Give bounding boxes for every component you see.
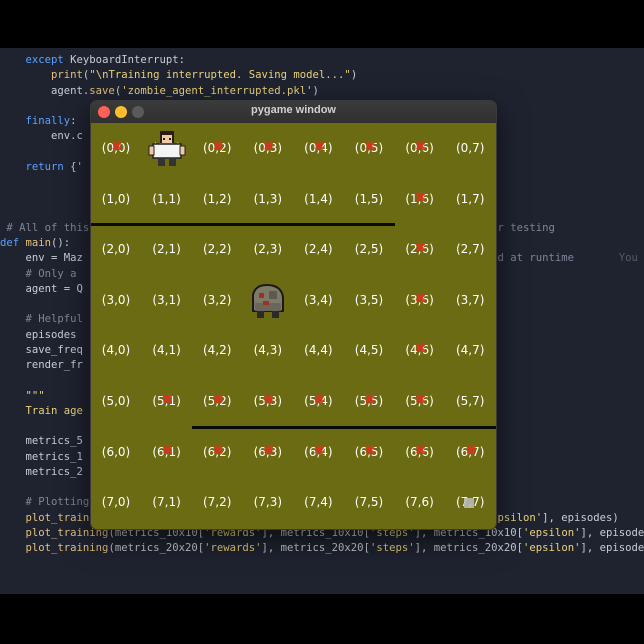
visited-marker: ✖ xyxy=(212,442,225,459)
code-line: Train age xyxy=(25,404,83,417)
visited-marker: ✖ xyxy=(262,139,275,155)
visited-marker: ✖ xyxy=(364,392,376,408)
zombie-sprite xyxy=(251,283,284,318)
cell-label: (7,2) xyxy=(202,495,232,510)
cell-label: (3,4) xyxy=(304,292,333,307)
code-line: """ xyxy=(25,389,45,402)
maze-wall xyxy=(91,223,395,227)
visited-marker: ✖ xyxy=(414,341,427,358)
code-line: render_fr xyxy=(0,359,83,371)
visited-marker: ✖ xyxy=(414,392,427,408)
code-line: metrics_1 xyxy=(0,450,83,463)
cell-label: (5,0) xyxy=(101,394,131,408)
code-line: save_freq xyxy=(0,343,83,356)
visited-marker: ✖ xyxy=(262,442,275,459)
maze-wall xyxy=(192,425,496,429)
cell-label: (1,5) xyxy=(354,191,384,206)
cell-label: (1,2) xyxy=(202,191,232,206)
visited-marker: ✖ xyxy=(414,442,427,459)
visited-marker: ✖ xyxy=(313,392,326,408)
cell-label: (1,0) xyxy=(101,191,131,206)
cell-label: (2,1) xyxy=(152,242,181,257)
cell-label: (0,7) xyxy=(455,141,485,155)
visited-marker: ✖ xyxy=(364,139,376,155)
cell-label: (4,7) xyxy=(455,343,485,358)
cell-label: (3,2) xyxy=(202,292,232,307)
code-line: def main(): xyxy=(0,237,71,249)
cell-label: (7,3) xyxy=(253,495,283,510)
visited-marker: ✖ xyxy=(111,139,123,155)
visited-marker: ✖ xyxy=(364,442,376,459)
maze-board: (0,0)(0,1)(0,2)(0,3)(0,4)(0,5)(0,6)(0,7)… xyxy=(91,123,496,529)
visited-marker: ✖ xyxy=(414,139,427,155)
code-line: metrics_2 xyxy=(0,465,83,478)
code-line: # Helpful xyxy=(25,313,83,326)
player-sprite xyxy=(148,131,186,166)
cell-label: (2,4) xyxy=(304,242,333,257)
code-line: return {' xyxy=(25,160,83,173)
visited-marker: ✖ xyxy=(414,290,427,307)
cell-label: (5,7) xyxy=(455,394,485,408)
visited-marker: ✖ xyxy=(414,240,427,257)
code-line: metrics_5 xyxy=(0,435,83,448)
code-line: env.c xyxy=(0,130,83,143)
visited-marker: ✖ xyxy=(161,442,174,459)
code-line: # Only a xyxy=(25,267,77,280)
cell-label: (4,2) xyxy=(202,343,232,358)
visited-marker: ✖ xyxy=(212,139,225,155)
cell-label: (3,7) xyxy=(455,292,485,307)
code-line: print("\nTraining interrupted. Saving mo… xyxy=(51,69,358,82)
code-line: except KeyboardInterrupt: xyxy=(25,54,185,66)
cell-label: (3,0) xyxy=(101,292,131,307)
code-line: plot_training(metrics_20x20['rewards'], … xyxy=(25,542,644,554)
code-line: agent = Q xyxy=(0,282,83,295)
pygame-window[interactable]: pygame window (0,0)(0,1)(0,2)(0,3)(0,4)(… xyxy=(90,100,497,530)
cell-label: (1,7) xyxy=(455,191,485,206)
cell-label: (1,1) xyxy=(152,191,181,206)
visited-marker: ✖ xyxy=(212,392,225,408)
cell-label: (7,1) xyxy=(152,495,181,510)
cell-label: (7,6) xyxy=(405,495,434,510)
exit-marker xyxy=(464,498,475,509)
cell-label: (7,0) xyxy=(101,495,131,510)
cell-label: (4,3) xyxy=(253,343,283,358)
visited-marker: ✖ xyxy=(465,442,478,459)
cell-label: (2,2) xyxy=(202,242,232,257)
cell-label: (4,4) xyxy=(304,343,333,358)
cell-label: (2,7) xyxy=(455,242,485,257)
code-line: finally: xyxy=(25,115,77,127)
cell-label: (1,3) xyxy=(253,191,283,206)
cell-label: (7,5) xyxy=(354,495,384,510)
cell-label: (3,1) xyxy=(152,292,181,307)
cell-label: (1,4) xyxy=(304,191,333,206)
visited-marker: ✖ xyxy=(313,139,326,155)
cell-label: (4,1) xyxy=(152,343,181,358)
cell-label: (4,0) xyxy=(101,343,131,358)
cell-label: (2,5) xyxy=(354,242,384,257)
visited-marker: ✖ xyxy=(262,392,275,408)
cell-label: (7,4) xyxy=(304,495,333,510)
cell-label: (4,5) xyxy=(354,343,384,358)
window-titlebar[interactable]: pygame window xyxy=(91,101,496,124)
visited-marker: ✖ xyxy=(313,442,326,459)
visited-marker: ✖ xyxy=(161,392,174,408)
window-title: pygame window xyxy=(251,104,336,116)
code-line: episodes xyxy=(0,328,83,341)
cell-label: (3,5) xyxy=(354,292,384,307)
cell-label: (6,0) xyxy=(101,444,131,459)
cell-label: (2,3) xyxy=(253,242,283,257)
visited-marker: ✖ xyxy=(414,189,427,206)
cell-label: (2,0) xyxy=(101,242,131,257)
code-line: agent.save('zombie_agent_interrupted.pkl… xyxy=(0,84,319,97)
